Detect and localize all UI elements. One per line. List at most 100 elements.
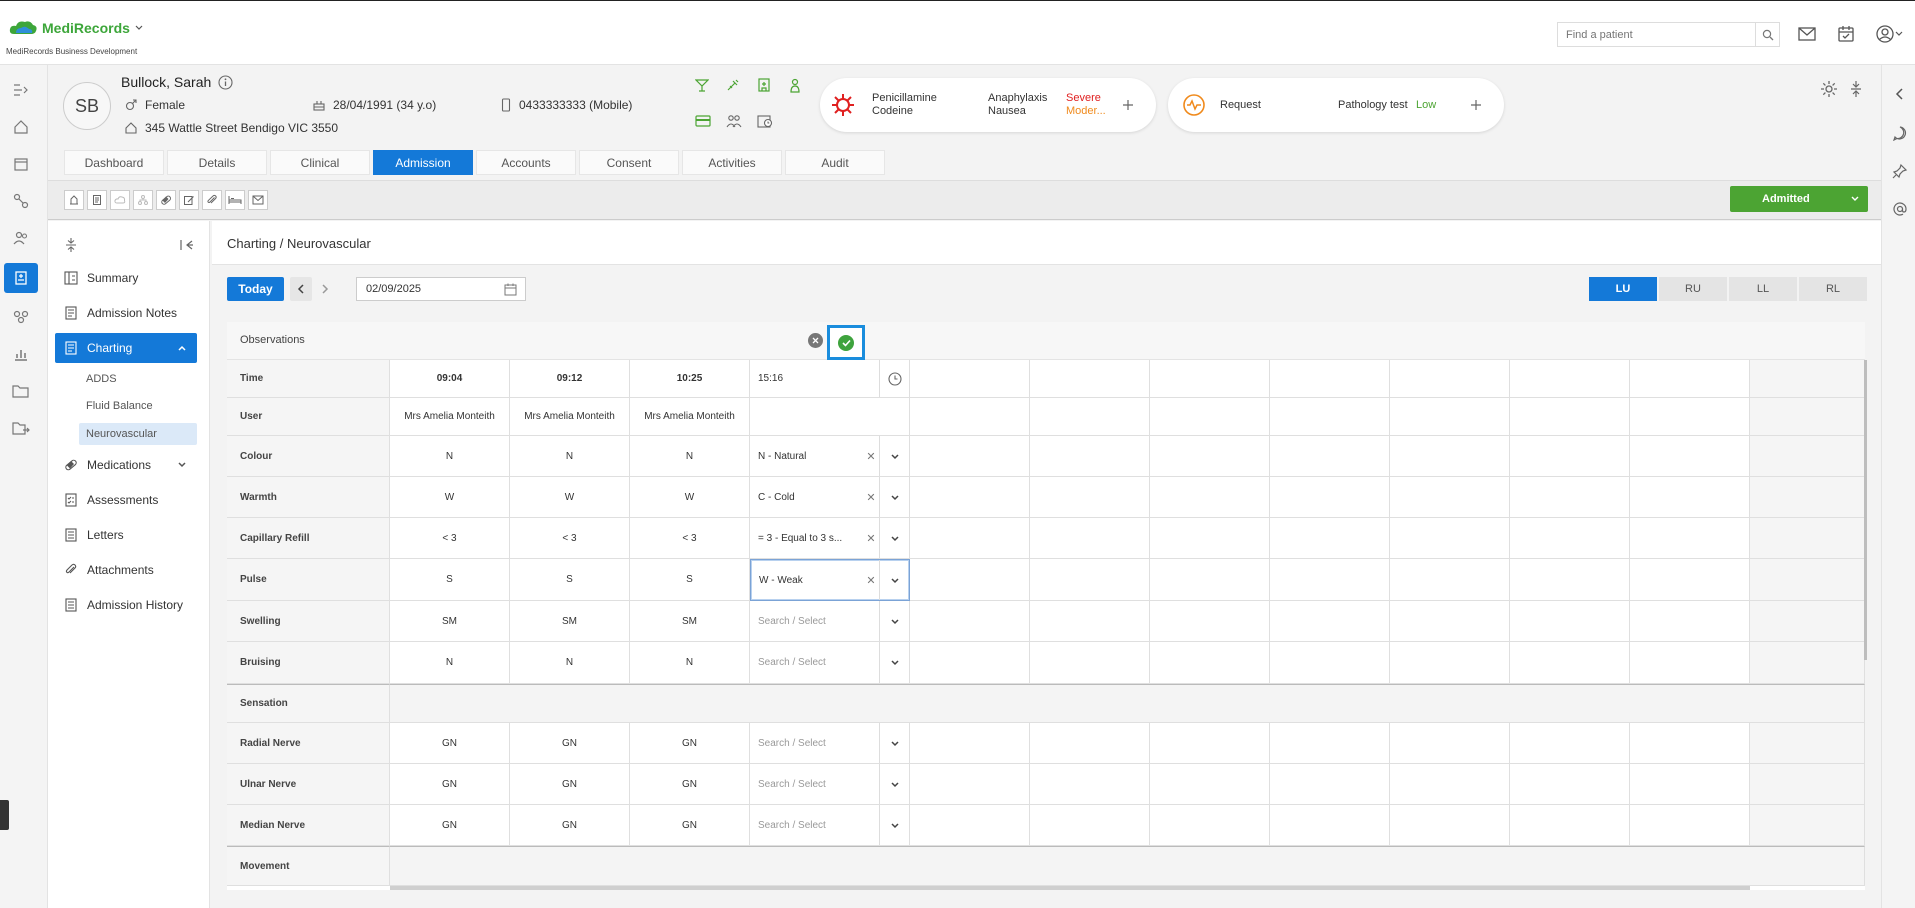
nav-calendar[interactable] [4, 149, 38, 179]
sidebar-item-medications[interactable]: Medications [55, 450, 197, 480]
capillary-cell[interactable]: < 3 [510, 518, 630, 559]
toolbar-attach-button[interactable] [202, 190, 222, 210]
radial-cell[interactable]: GN [630, 723, 750, 764]
dropdown-toggle[interactable] [879, 560, 909, 600]
brand-logo[interactable]: MediRecords [8, 19, 144, 37]
collapse-right-button[interactable] [1890, 84, 1910, 104]
family-icon[interactable] [726, 114, 742, 128]
clear-icon[interactable]: ✕ [863, 532, 879, 545]
sidebar-item-admission-history[interactable]: Admission History [55, 590, 197, 620]
tab-details[interactable]: Details [167, 150, 267, 175]
add-allergy-icon[interactable] [1122, 99, 1134, 111]
tab-audit[interactable]: Audit [785, 150, 885, 175]
radial-cell[interactable]: GN [390, 723, 510, 764]
swelling-select[interactable]: Search / Select [750, 601, 910, 642]
warmth-cell[interactable]: W [630, 477, 750, 518]
colour-select[interactable]: N - Natural ✕ [750, 436, 910, 477]
sidebar-sub-adds[interactable]: ADDS [79, 368, 197, 390]
toolbar-cloud-button[interactable] [110, 190, 130, 210]
clear-icon[interactable]: ✕ [863, 574, 879, 587]
patient-avatar[interactable]: SB [63, 82, 111, 130]
limb-rl-button[interactable]: RL [1799, 277, 1867, 301]
swelling-cell[interactable]: SM [510, 601, 630, 642]
side-handle[interactable] [0, 800, 9, 830]
bruising-select[interactable]: Search / Select [750, 642, 910, 684]
patient-search-input[interactable] [1558, 23, 1755, 46]
chat-button[interactable] [1890, 123, 1910, 143]
tab-admission[interactable]: Admission [373, 150, 473, 175]
vertical-scrollbar[interactable] [1864, 360, 1867, 660]
sidebar-item-letters[interactable]: Letters [55, 520, 197, 550]
sidebar-item-attachments[interactable]: Attachments [55, 555, 197, 585]
bruising-cell[interactable]: N [510, 642, 630, 684]
nav-admission[interactable] [4, 263, 38, 293]
dropdown-toggle[interactable] [879, 805, 909, 845]
swelling-cell[interactable]: SM [390, 601, 510, 642]
nav-reports[interactable] [4, 339, 38, 369]
prev-date-button[interactable] [290, 277, 312, 301]
dropdown-toggle[interactable] [879, 601, 909, 641]
bruising-cell[interactable]: N [630, 642, 750, 684]
swelling-cell[interactable]: SM [630, 601, 750, 642]
next-date-button[interactable] [314, 277, 336, 301]
median-cell[interactable]: GN [630, 805, 750, 846]
radial-cell[interactable]: GN [510, 723, 630, 764]
sidebar-item-assessments[interactable]: Assessments [55, 485, 197, 515]
dropdown-toggle[interactable] [879, 723, 909, 763]
limb-ll-button[interactable]: LL [1729, 277, 1797, 301]
settings-gear-icon[interactable] [1820, 80, 1838, 98]
cancel-entry-button[interactable] [808, 333, 823, 348]
horizontal-scrollbar[interactable] [390, 886, 1750, 890]
new-time-field[interactable]: 15:16 [750, 360, 910, 398]
cocktail-icon[interactable] [695, 78, 709, 92]
nav-folder-out[interactable] [4, 413, 38, 443]
pulse-cell[interactable]: S [630, 559, 750, 601]
pulse-cell[interactable]: S [510, 559, 630, 601]
limb-lu-button[interactable]: LU [1589, 277, 1657, 301]
median-select[interactable]: Search / Select [750, 805, 910, 846]
dropdown-toggle[interactable] [879, 642, 909, 683]
sidebar-sub-neurovascular[interactable]: Neurovascular [79, 423, 197, 445]
clear-icon[interactable]: ✕ [863, 491, 879, 504]
mail-button[interactable] [1795, 22, 1819, 46]
sidebar-sub-fluid-balance[interactable]: Fluid Balance [79, 395, 197, 417]
tab-clinical[interactable]: Clinical [270, 150, 370, 175]
calendar-button[interactable] [1834, 22, 1858, 46]
toolbar-mail-button[interactable] [248, 190, 268, 210]
nav-workflow[interactable] [4, 186, 38, 216]
capillary-cell[interactable]: < 3 [630, 518, 750, 559]
collapse-header-icon[interactable] [1849, 81, 1863, 97]
child-icon[interactable] [788, 78, 802, 94]
collapse-all-icon[interactable] [65, 238, 77, 252]
ulnar-select[interactable]: Search / Select [750, 764, 910, 805]
sidebar-item-summary[interactable]: Summary [55, 263, 197, 293]
toolbar-tree-button[interactable] [133, 190, 153, 210]
median-cell[interactable]: GN [510, 805, 630, 846]
sidebar-item-admission-notes[interactable]: Admission Notes [55, 298, 197, 328]
tab-consent[interactable]: Consent [579, 150, 679, 175]
nav-folder-in[interactable] [4, 376, 38, 406]
dropdown-toggle[interactable] [879, 518, 909, 558]
dropdown-toggle[interactable] [879, 764, 909, 804]
nav-home[interactable] [4, 112, 38, 142]
sidebar-item-charting[interactable]: Charting [55, 333, 197, 363]
user-menu-button[interactable] [1872, 22, 1908, 46]
toolbar-medication-button[interactable] [156, 190, 176, 210]
toolbar-bed-button[interactable] [225, 190, 245, 210]
dropdown-toggle[interactable] [879, 436, 909, 476]
toolbar-admit-button[interactable] [64, 190, 84, 210]
save-entry-button[interactable] [827, 325, 865, 360]
mention-button[interactable] [1890, 199, 1910, 219]
schedule-icon[interactable] [757, 114, 773, 128]
patient-search[interactable] [1557, 22, 1780, 47]
colour-cell[interactable]: N [390, 436, 510, 477]
tab-dashboard[interactable]: Dashboard [64, 150, 164, 175]
capillary-cell[interactable]: < 3 [390, 518, 510, 559]
time-picker-button[interactable] [879, 360, 909, 397]
nav-groups[interactable] [4, 302, 38, 332]
capillary-select[interactable]: = 3 - Equal to 3 s... ✕ [750, 518, 910, 559]
search-button[interactable] [1755, 23, 1779, 46]
pulse-select[interactable]: W - Weak ✕ [750, 559, 910, 601]
warmth-select[interactable]: C - Cold ✕ [750, 477, 910, 518]
admission-status-dropdown[interactable]: Admitted [1730, 186, 1868, 212]
